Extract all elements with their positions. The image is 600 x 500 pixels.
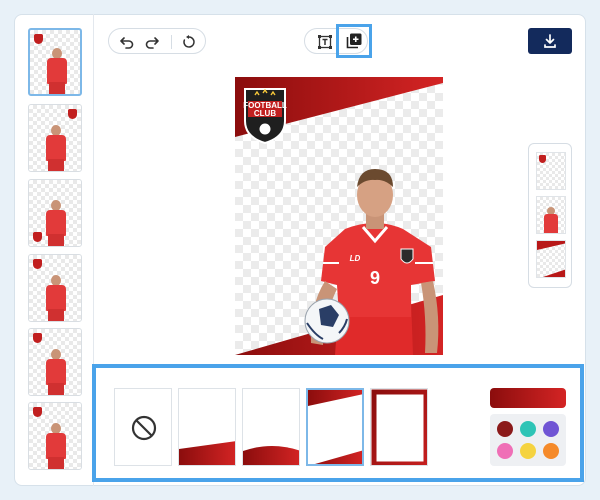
frame-bottom-wave[interactable] [242, 388, 300, 466]
crest-icon [34, 34, 43, 44]
crest-icon [33, 232, 42, 242]
swatch-pink[interactable] [497, 443, 513, 459]
crest-icon [68, 109, 77, 119]
swatch-yellow[interactable] [520, 443, 536, 459]
redo-icon[interactable] [142, 32, 162, 52]
design-canvas[interactable]: 9 LD FOOTBALL CLUB [235, 77, 443, 355]
gradient-color-option[interactable] [490, 388, 566, 408]
crest-line2: CLUB [254, 109, 276, 118]
template-thumb-5[interactable] [28, 328, 82, 396]
swatch-teal[interactable] [520, 421, 536, 437]
frame-top-diagonal[interactable] [306, 388, 364, 466]
swatch-purple[interactable] [543, 421, 559, 437]
history-toolbar [108, 28, 206, 54]
player-thumbnail [46, 125, 66, 171]
player-thumbnail [47, 48, 67, 94]
crest-icon [33, 407, 42, 417]
jersey-number: 9 [370, 268, 380, 288]
player-thumbnail [46, 349, 66, 395]
club-crest-logo: FOOTBALL CLUB [243, 88, 287, 145]
frame-border[interactable] [370, 388, 428, 466]
template-thumb-1[interactable] [28, 28, 82, 96]
reset-icon[interactable] [179, 32, 199, 52]
layer-crest[interactable] [536, 152, 566, 190]
undo-icon[interactable] [117, 32, 137, 52]
color-swatches [490, 414, 566, 466]
download-button[interactable] [528, 28, 572, 54]
template-thumb-4[interactable] [28, 254, 82, 322]
text-frame-icon[interactable] [315, 32, 335, 52]
swatch-dark-red[interactable] [497, 421, 513, 437]
crest-icon [539, 155, 546, 163]
frame-bottom-band[interactable] [178, 388, 236, 466]
player-thumbnail [46, 423, 66, 469]
add-layer-icon[interactable] [344, 31, 364, 51]
frame-none[interactable] [114, 388, 172, 466]
player-thumbnail [46, 275, 66, 321]
crest-icon [33, 333, 42, 343]
layers-panel [528, 143, 572, 288]
toolbar-divider [171, 35, 172, 49]
template-thumb-2[interactable] [28, 104, 82, 172]
download-icon [544, 34, 556, 48]
layer-player[interactable] [536, 196, 566, 234]
jersey-crest-icon [400, 248, 414, 264]
template-sidebar [14, 14, 94, 486]
player-thumbnail [46, 200, 66, 246]
swatch-orange[interactable] [543, 443, 559, 459]
crest-icon [33, 259, 42, 269]
jersey-mark: LD [350, 254, 361, 263]
layer-frame[interactable] [536, 240, 566, 278]
template-thumb-3[interactable] [28, 179, 82, 247]
template-thumb-6[interactable] [28, 402, 82, 470]
